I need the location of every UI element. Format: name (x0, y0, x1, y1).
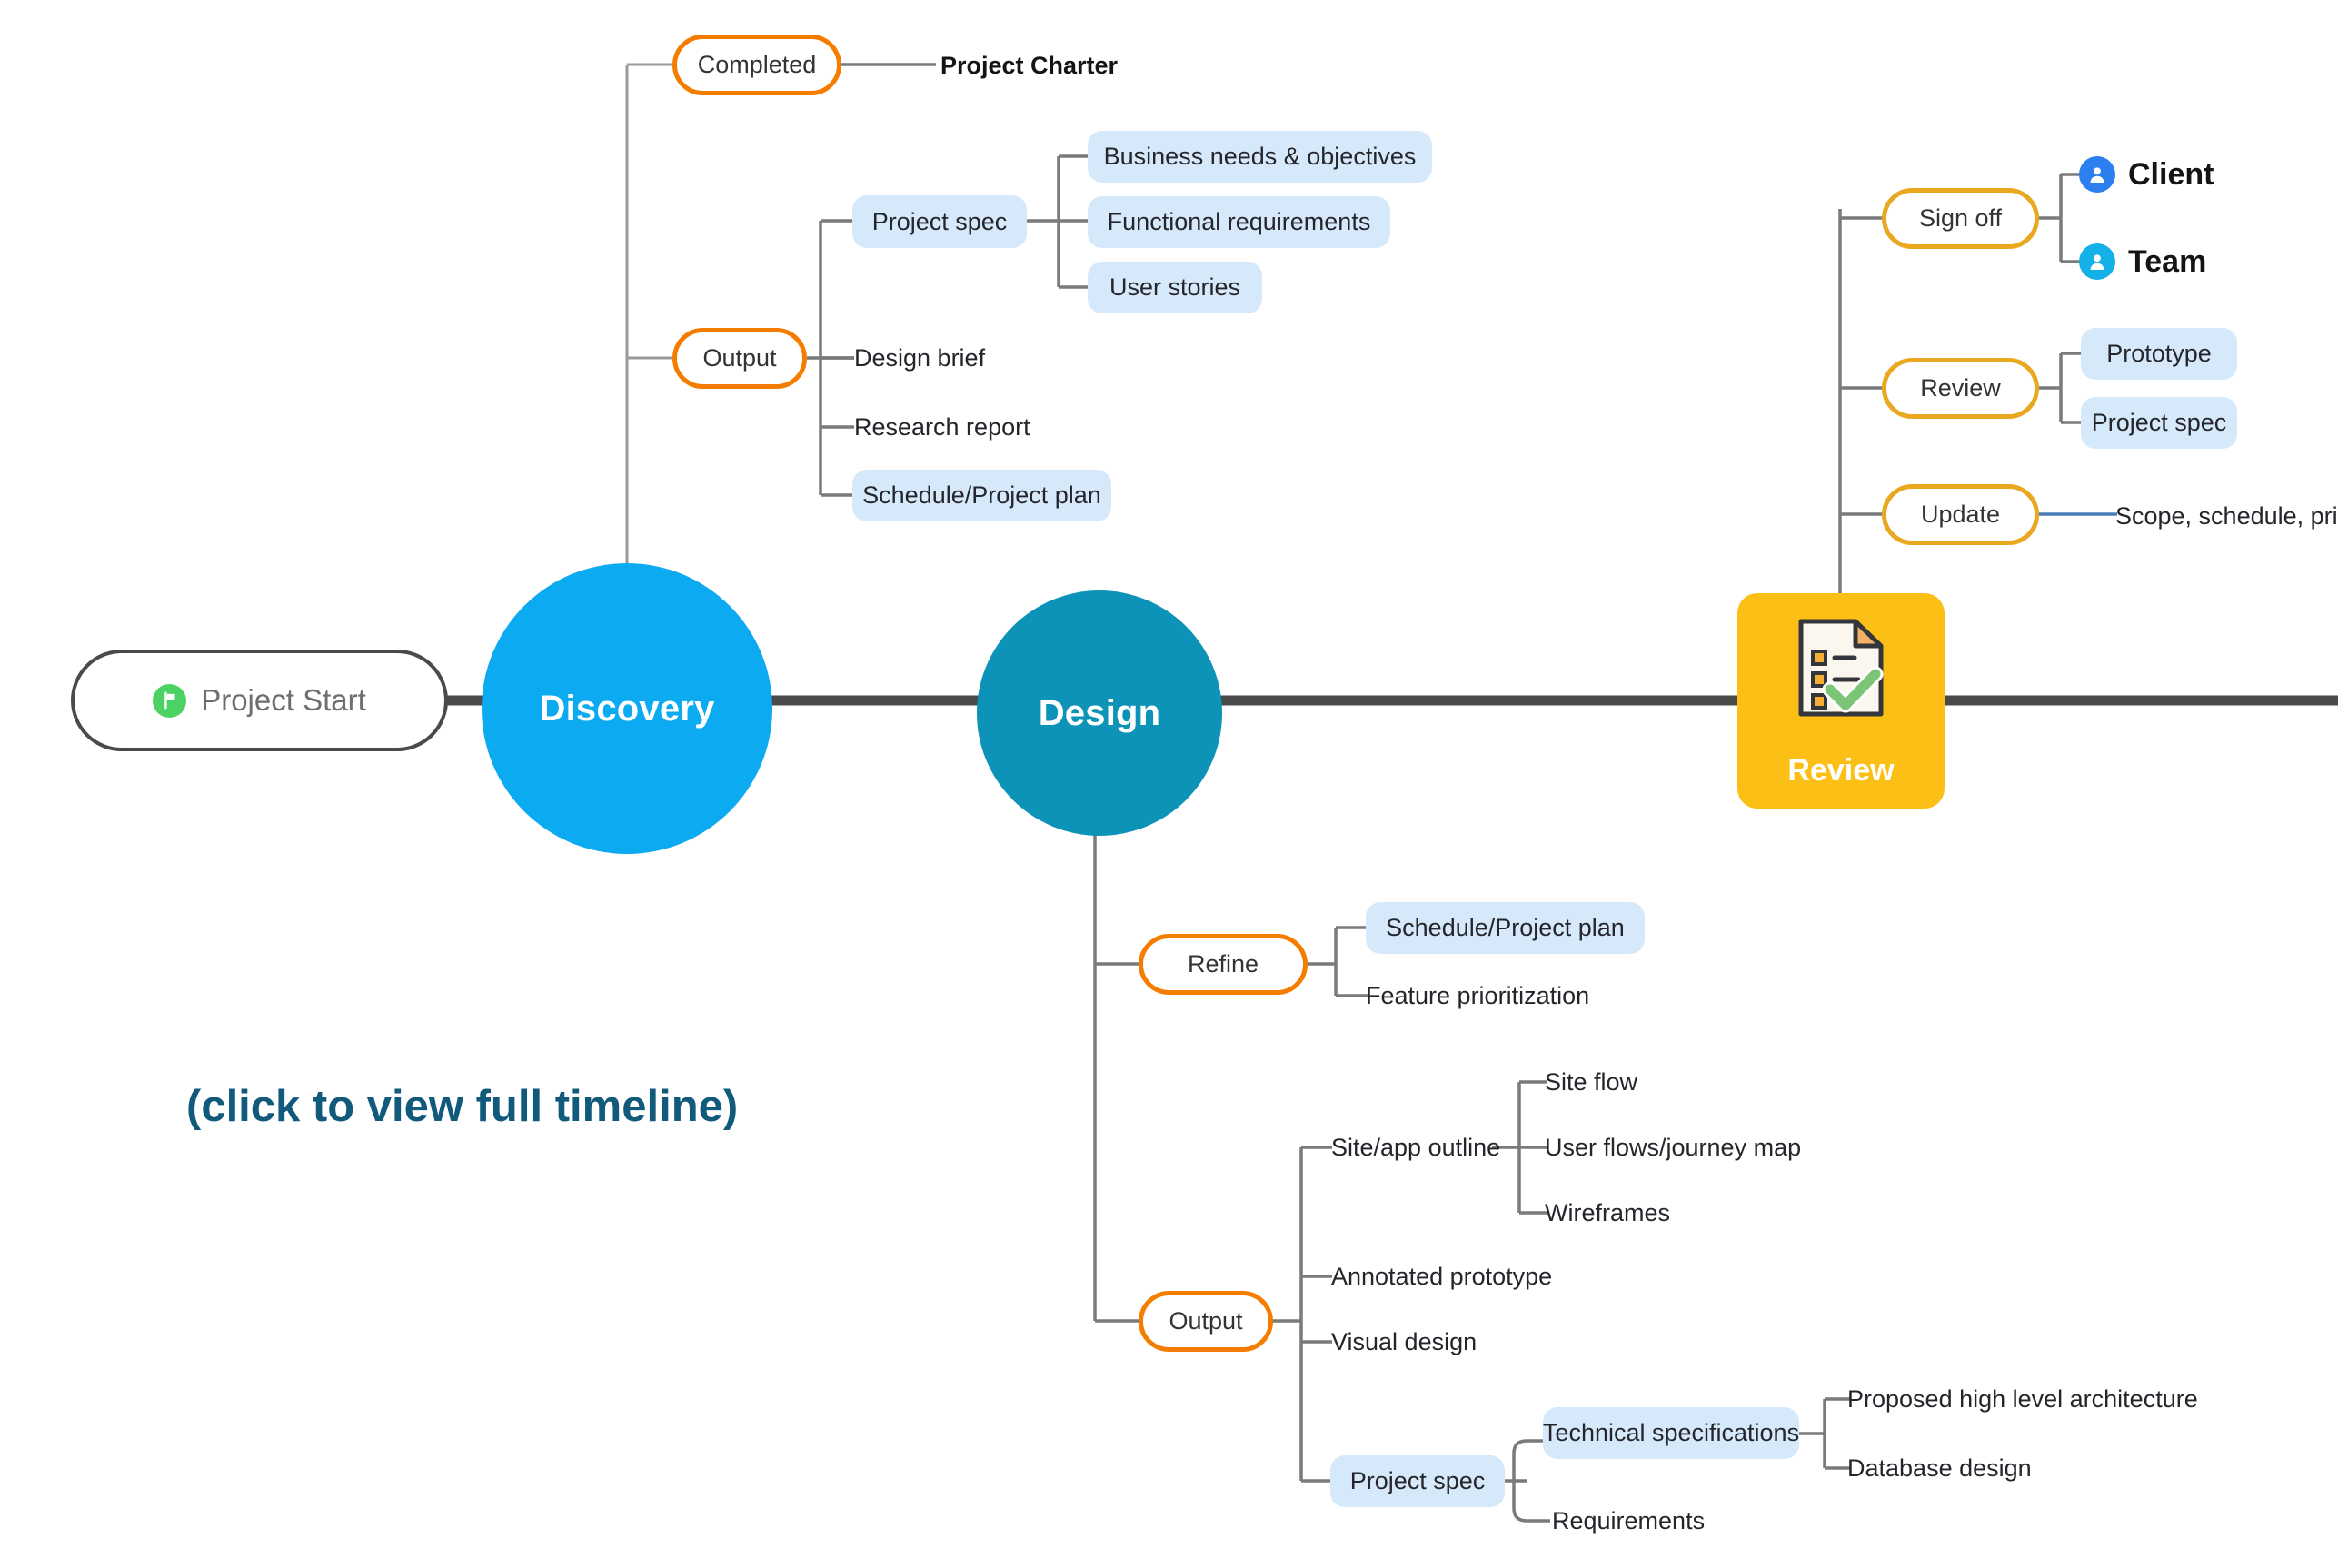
review-projectspec-chip[interactable]: Project spec (2081, 397, 2237, 449)
review-update-node[interactable]: Update (1882, 484, 2039, 545)
requirements-label: Requirements (1552, 1506, 1706, 1534)
project-start-label: Project Start (201, 683, 366, 717)
person-icon (2079, 243, 2115, 280)
wireframes-label: Wireframes (1545, 1198, 1671, 1226)
milestone-discovery-label: Discovery (539, 688, 715, 729)
design-brief-label: Design brief (854, 343, 986, 372)
review-review-node[interactable]: Review (1882, 358, 2039, 419)
signoff-client-label: Client (2128, 156, 2214, 192)
signoff-team-item[interactable]: Team (2079, 242, 2338, 282)
design-refine-label: Refine (1187, 950, 1259, 978)
review-signoff-label: Sign off (1918, 204, 2003, 232)
design-refine-schedule-chip[interactable]: Schedule/Project plan (1366, 902, 1645, 954)
functional-requirements-chip[interactable]: Functional requirements (1088, 196, 1390, 248)
research-report-label: Research report (854, 412, 1030, 441)
site-flow-label: Site flow (1545, 1067, 1638, 1096)
annotated-prototype-label: Annotated prototype (1331, 1262, 1553, 1290)
review-review-label: Review (1920, 374, 2001, 402)
discovery-projectspec-chip[interactable]: Project spec (852, 195, 1027, 248)
discovery-output-label: Output (702, 344, 777, 372)
signoff-client-item[interactable]: Client (2079, 154, 2338, 194)
design-refine-node[interactable]: Refine (1139, 934, 1308, 995)
checklist-check-icon (1794, 617, 1888, 727)
project-charter-label: Project Charter (940, 51, 1119, 79)
mindmap-canvas: Project Start Discovery Design Review Co… (0, 0, 2338, 1568)
design-projectspec-stem (1504, 1439, 1527, 1523)
milestone-review[interactable]: Review (1737, 593, 1945, 809)
proposed-architecture-label: Proposed high level architecture (1847, 1384, 2198, 1413)
discovery-completed-label: Completed (697, 51, 817, 78)
signoff-team-label: Team (2128, 243, 2207, 279)
user-flows-journey-map-label: User flows/journey map (1545, 1133, 1802, 1161)
review-update-label: Update (1920, 501, 2001, 528)
design-projectspec-chip[interactable]: Project spec (1330, 1455, 1505, 1507)
design-output-label: Output (1169, 1307, 1243, 1335)
visual-design-label: Visual design (1331, 1327, 1477, 1355)
milestone-review-label: Review (1787, 753, 1895, 788)
person-icon (2079, 156, 2115, 193)
milestone-design-label: Design (1038, 692, 1161, 733)
milestone-discovery[interactable]: Discovery (482, 563, 772, 854)
discovery-completed-node[interactable]: Completed (672, 35, 841, 95)
design-output-node[interactable]: Output (1139, 1291, 1273, 1352)
milestone-design[interactable]: Design (977, 590, 1222, 836)
user-stories-chip[interactable]: User stories (1088, 262, 1262, 313)
feature-prioritization-label: Feature prioritization (1366, 981, 1590, 1009)
discovery-schedule-chip[interactable]: Schedule/Project plan (852, 470, 1111, 521)
review-prototype-chip[interactable]: Prototype (2081, 328, 2237, 380)
full-timeline-link[interactable]: (click to view full timeline) (186, 1081, 738, 1132)
flag-icon (153, 683, 187, 718)
scope-schedule-priorities-label: Scope, schedule, priorities (2115, 501, 2338, 530)
discovery-output-node[interactable]: Output (672, 328, 807, 389)
project-start-node[interactable]: Project Start (71, 650, 448, 751)
business-needs-chip[interactable]: Business needs & objectives (1088, 131, 1432, 183)
review-signoff-node[interactable]: Sign off (1882, 188, 2039, 249)
database-design-label: Database design (1847, 1454, 2032, 1482)
technical-specifications-chip[interactable]: Technical specifications (1543, 1407, 1799, 1459)
